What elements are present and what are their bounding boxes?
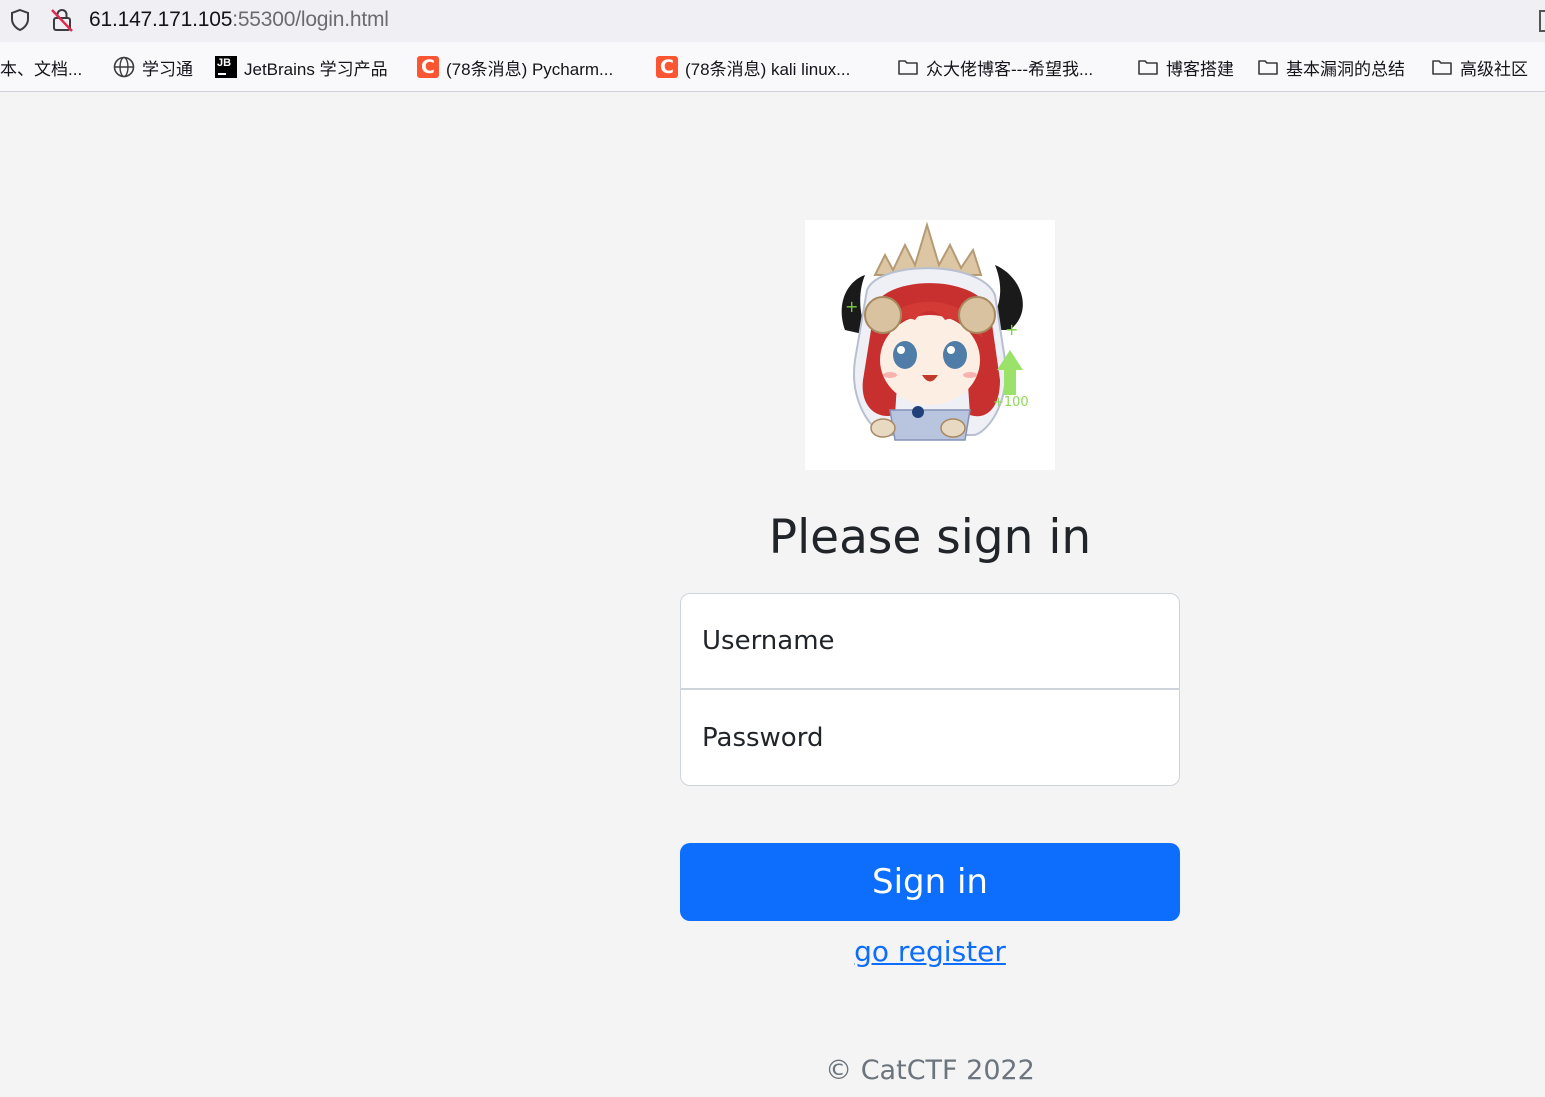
bookmark-folder[interactable]: 高级社区 <box>1431 55 1528 79</box>
avatar-badge-text: +100 <box>993 395 1029 410</box>
bookmark-label: 本、文档... <box>0 59 83 79</box>
page-title: Please sign in <box>768 510 1092 565</box>
chibi-character-illustration: + + +100 <box>841 221 1029 441</box>
footer-copyright: © CatCTF 2022 <box>825 1055 1035 1086</box>
bookmark-item[interactable]: 本、文档... <box>0 55 82 79</box>
username-input[interactable] <box>702 626 1179 656</box>
bookmark-item[interactable]: C (78条消息) kali linux... <box>656 55 850 79</box>
globe-icon <box>113 56 135 78</box>
bookmark-label: (78条消息) Pycharm... <box>446 59 614 79</box>
bookmark-item[interactable]: C (78条消息) Pycharm... <box>417 55 613 79</box>
sidebar-toggle-icon[interactable] <box>1539 10 1545 32</box>
bookmark-label: 基本漏洞的总结 <box>1286 59 1405 79</box>
bookmark-label: (78条消息) kali linux... <box>685 59 851 79</box>
address-field[interactable]: 61.147.171.105:55300/login.html <box>89 7 389 33</box>
csdn-icon: C <box>656 56 678 78</box>
svg-text:+: + <box>845 297 858 316</box>
logo-image: + + +100 <box>805 220 1055 470</box>
bookmark-label: 众大佬博客---希望我... <box>926 59 1094 79</box>
url-path: :55300/login.html <box>232 8 389 31</box>
register-link[interactable]: go register <box>680 935 1180 968</box>
sign-in-button[interactable]: Sign in <box>680 843 1180 921</box>
folder-icon <box>897 56 919 78</box>
jetbrains-icon: JB <box>215 56 237 78</box>
username-field[interactable] <box>680 593 1180 689</box>
folder-icon <box>1257 56 1279 78</box>
shield-icon[interactable] <box>8 8 32 32</box>
folder-icon <box>1431 56 1453 78</box>
folder-icon <box>1137 56 1159 78</box>
insecure-lock-icon[interactable] <box>50 7 74 33</box>
bookmarks-toolbar: 本、文档... 学习通 JB JetBrains 学习产品 C (78条消息) … <box>0 42 1545 92</box>
bookmark-label: 高级社区 <box>1460 59 1528 79</box>
bookmark-folder[interactable]: 众大佬博客---希望我... <box>897 55 1093 79</box>
bookmark-label: JetBrains 学习产品 <box>244 59 388 79</box>
bookmark-folder[interactable]: 博客搭建 <box>1137 55 1234 79</box>
url-host: 61.147.171.105 <box>89 8 233 31</box>
bookmark-label: 学习通 <box>142 59 193 79</box>
csdn-icon: C <box>417 56 439 78</box>
svg-text:+: + <box>1005 320 1018 339</box>
bookmark-label: 博客搭建 <box>1166 59 1234 79</box>
bookmark-item[interactable]: 学习通 <box>113 55 193 79</box>
bookmark-folder[interactable]: 基本漏洞的总结 <box>1257 55 1405 79</box>
password-input[interactable] <box>702 722 1179 753</box>
browser-url-bar: 61.147.171.105:55300/login.html <box>0 0 1545 42</box>
bookmark-item[interactable]: JB JetBrains 学习产品 <box>215 55 388 79</box>
password-field[interactable] <box>680 689 1180 786</box>
